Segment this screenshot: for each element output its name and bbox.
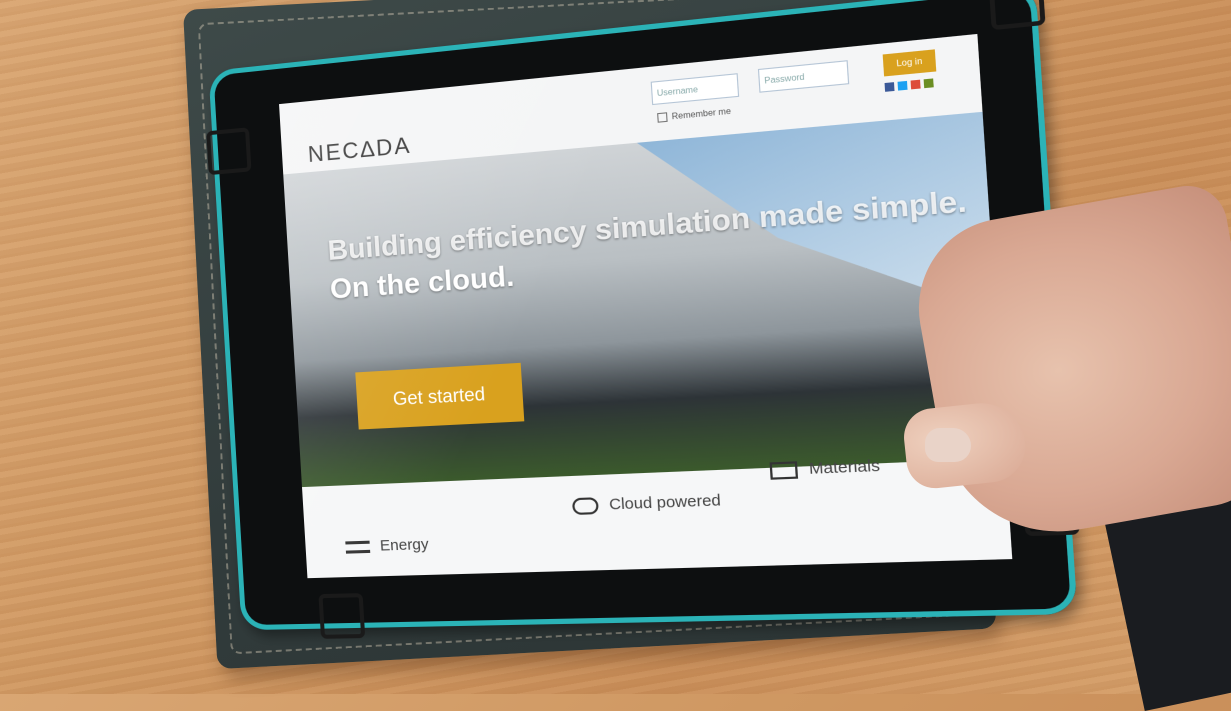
energy-icon [345, 540, 371, 554]
hero-banner: Building efficiency simulation made simp… [283, 111, 1006, 488]
case-strap [988, 0, 1046, 31]
facebook-icon[interactable] [884, 82, 895, 92]
cloud-icon [571, 496, 599, 515]
case-strap [206, 127, 252, 176]
remember-me[interactable]: Remember me [657, 106, 732, 124]
username-field[interactable]: Username [650, 73, 740, 106]
case-strap [318, 593, 366, 639]
password-field[interactable]: Password [757, 60, 850, 93]
login-button[interactable]: Log in [882, 49, 937, 77]
twitter-icon[interactable] [897, 80, 908, 91]
hero-headline: Building efficiency simulation made simp… [327, 180, 971, 308]
feature-label: Energy [379, 535, 430, 555]
checkbox-icon[interactable] [657, 112, 668, 124]
social-links [884, 78, 934, 92]
feature-cloud: Cloud powered [571, 491, 722, 515]
google-plus-icon[interactable] [910, 79, 921, 90]
materials-icon [769, 460, 799, 480]
feature-label: Cloud powered [608, 491, 722, 514]
remember-label: Remember me [671, 106, 732, 122]
feature-materials: Materials [769, 457, 880, 480]
tablet-screen: NEC∆DA Username Password Log in Remember… [279, 33, 1013, 579]
feature-label: Materials [808, 456, 881, 479]
thumbnail [925, 428, 971, 462]
feature-energy: Energy [345, 536, 429, 556]
social-icon[interactable] [923, 78, 934, 89]
get-started-button[interactable]: Get started [355, 362, 525, 430]
site-logo[interactable]: NEC∆DA [307, 132, 412, 168]
